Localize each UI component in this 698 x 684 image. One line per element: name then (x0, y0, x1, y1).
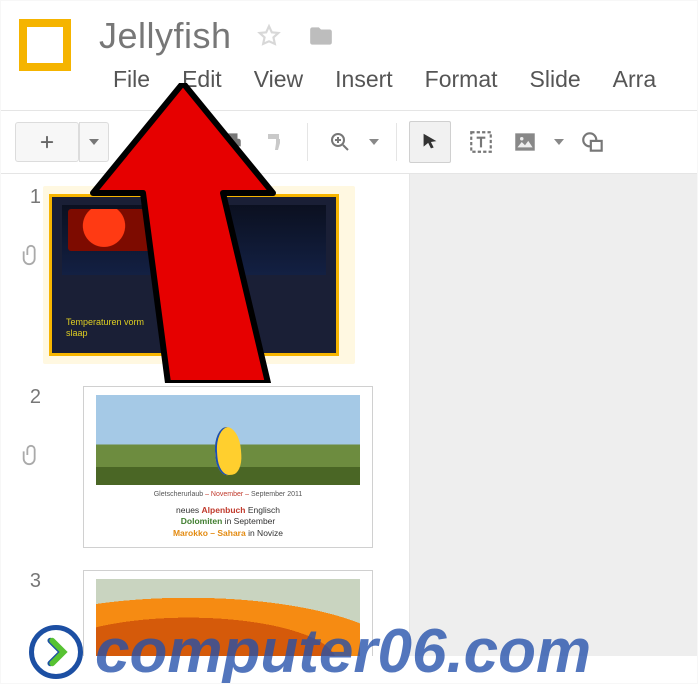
slide-number: 3 (15, 570, 41, 593)
slide-canvas[interactable] (409, 174, 697, 656)
slide-thumbnail-1[interactable]: Temperaturen vormslaap (49, 194, 339, 356)
shape-tool[interactable] (573, 122, 613, 162)
slide-text: Gletscherurlaub – November – September 2… (84, 491, 372, 498)
slide-caption: Temperaturen vormslaap (66, 317, 144, 339)
move-folder-icon[interactable] (306, 23, 336, 49)
slide-panel: 1 Temperaturen vormslaap (1, 174, 409, 656)
menu-edit[interactable]: Edit (168, 63, 236, 96)
print-button[interactable] (211, 122, 251, 162)
image-dropdown[interactable] (549, 122, 569, 162)
menu-bar: File Edit View Insert Format Slide Arra (99, 63, 670, 96)
slides-logo (19, 19, 71, 71)
new-slide-button[interactable] (15, 122, 79, 162)
redo-button[interactable] (167, 122, 207, 162)
image-tool[interactable] (505, 122, 545, 162)
notes-icon[interactable] (17, 444, 45, 466)
slide-image-placeholder (68, 209, 158, 251)
zoom-button[interactable] (320, 122, 360, 162)
slide-text: neues Alpenbuch Englisch Dolomiten in Se… (84, 505, 372, 539)
menu-file[interactable]: File (99, 63, 164, 96)
menu-format[interactable]: Format (411, 63, 512, 96)
menu-view[interactable]: View (240, 63, 317, 96)
menu-arrange[interactable]: Arra (599, 63, 670, 96)
paint-format-button[interactable] (255, 122, 295, 162)
toolbar-separator (396, 123, 397, 161)
doc-title[interactable]: Jellyfish (99, 15, 232, 57)
star-icon[interactable] (256, 23, 282, 49)
slide-number: 1 (15, 186, 41, 209)
new-slide-dropdown[interactable] (79, 122, 109, 162)
select-tool[interactable] (409, 121, 451, 163)
zoom-dropdown[interactable] (364, 122, 384, 162)
undo-button[interactable] (123, 122, 163, 162)
toolbar-separator (307, 123, 308, 161)
text-box-tool[interactable] (461, 122, 501, 162)
watermark-text: computer06.com (95, 616, 591, 684)
notes-icon[interactable] (17, 244, 45, 266)
slide-number: 2 (15, 386, 41, 409)
menu-insert[interactable]: Insert (321, 63, 407, 96)
toolbar (1, 110, 697, 174)
watermark-logo-icon (29, 625, 83, 679)
menu-slide[interactable]: Slide (516, 63, 595, 96)
slide-thumbnail-2[interactable]: Gletscherurlaub – November – September 2… (83, 386, 373, 548)
